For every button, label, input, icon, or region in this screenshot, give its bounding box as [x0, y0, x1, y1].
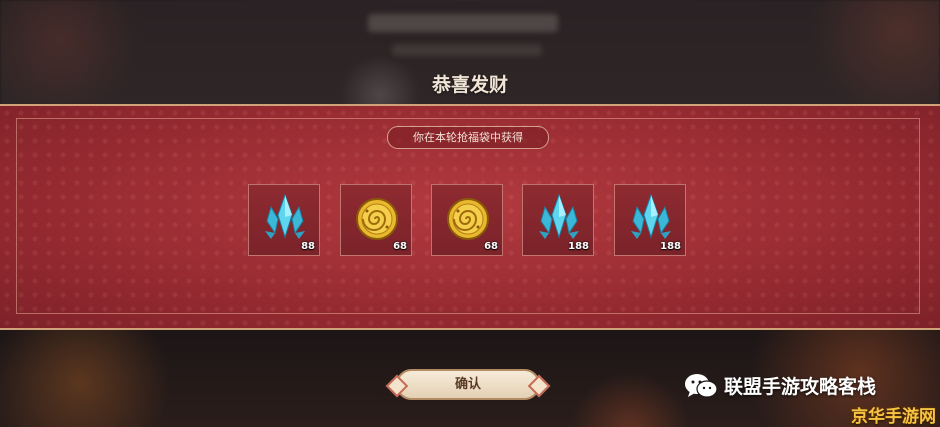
reward-quantity: 188 [568, 241, 589, 252]
reward-item[interactable]: 188 [522, 184, 594, 256]
dialog-title: 恭喜发财 [431, 74, 508, 96]
gold-coin-icon [447, 198, 489, 240]
confirm-button[interactable]: 确认 [396, 369, 540, 400]
crystal-icon [539, 193, 579, 239]
watermark: 联盟手游攻略客栈 京华手游网 [684, 366, 940, 427]
reward-quantity: 88 [301, 241, 315, 252]
watermark-line2: 京华手游网 [851, 407, 936, 427]
crystal-icon [631, 193, 671, 239]
reward-quantity: 68 [393, 241, 407, 252]
reward-item[interactable]: 88 [248, 184, 320, 256]
gold-coin-icon [356, 198, 398, 240]
reward-item[interactable]: 68 [431, 184, 503, 256]
reward-item[interactable]: 188 [614, 184, 686, 256]
reward-subtitle: 你在本轮抢福袋中获得 [387, 126, 549, 149]
reward-quantity: 68 [484, 241, 498, 252]
crystal-icon [265, 193, 305, 239]
reward-quantity: 188 [660, 241, 681, 252]
reward-item[interactable]: 68 [340, 184, 412, 256]
blurred-background-subtext [392, 44, 542, 56]
wechat-icon [685, 374, 718, 398]
watermark-line1: 联盟手游攻略客栈 [724, 376, 877, 398]
blurred-background-text [368, 14, 558, 32]
